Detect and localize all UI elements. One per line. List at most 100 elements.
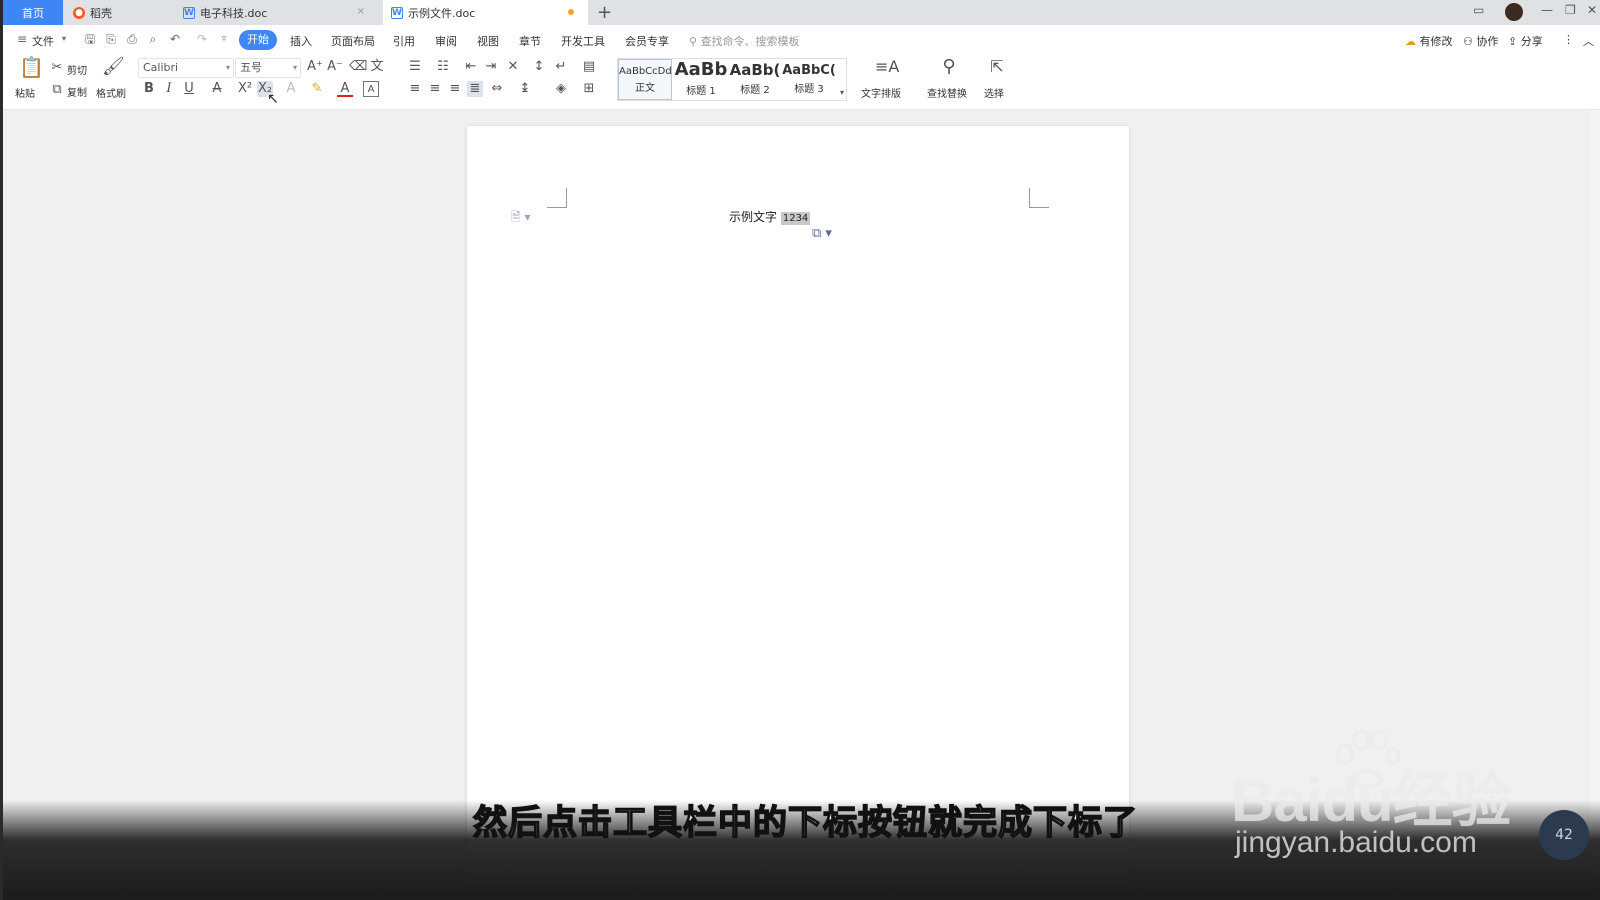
copy-button[interactable]: 复制 [67,84,87,99]
tab-bar: 首页 ● 稻壳 W 电子科技.doc × W 示例文件.doc + ▭ — ❐ … [3,0,1600,25]
styles-gallery: AaBbCcDd 正文 AaBb 标题 1 AaBb( 标题 2 AaBbC( … [617,58,847,101]
tab-home[interactable]: 首页 [3,0,63,25]
paste-button[interactable]: 粘贴 [15,85,35,100]
minimize-icon[interactable]: — [1541,3,1553,17]
close-window-icon[interactable]: ✕ [1587,3,1597,17]
new-tab-button[interactable]: + [597,2,612,23]
line-spacing-icon[interactable]: ↨ [517,81,533,97]
user-icon: ⚇ [1463,35,1473,48]
menu-insert[interactable]: 插入 [290,33,312,49]
menu-member[interactable]: 会员专享 [625,33,669,49]
format-painter-icon[interactable]: 🖌 [102,58,125,79]
style-heading-3[interactable]: AaBbC( 标题 3 [782,59,836,100]
copy-icon[interactable]: ⧉ [49,82,65,98]
menu-view[interactable]: 视图 [477,33,499,49]
align-left-icon[interactable]: ≡ [407,81,423,97]
sort-icon[interactable]: ↕ [531,59,547,75]
print-icon[interactable]: ⎙ [125,32,139,46]
menu-review[interactable]: 审阅 [435,33,457,49]
magnifier-icon[interactable]: ⚲ [941,58,957,76]
more-icon[interactable]: ⋮ [1563,33,1574,46]
paste-options-icon[interactable]: ⧉ ▾ [812,226,832,241]
document-text-line[interactable]: 示例文字 1234 [729,208,811,225]
tab-doc-sample[interactable]: W 示例文件.doc [383,0,588,25]
style-heading-2[interactable]: AaBb( 标题 2 [728,59,782,100]
align-right-icon[interactable]: ≡ [447,81,463,97]
select-button[interactable]: 选择 [984,85,1004,100]
paste-icon[interactable]: 📋 [19,57,44,81]
find-replace-button[interactable]: 查找替换 [927,85,967,100]
strikethrough-icon[interactable]: A [209,81,225,97]
select-cursor-icon[interactable]: ⇱ [989,59,1005,75]
tab-doc2-label: 示例文件.doc [408,6,476,20]
bullet-list-icon[interactable]: ☰ [407,59,423,75]
command-search[interactable]: ⚲ 查找命令、搜索模板 [689,33,800,49]
bold-icon[interactable]: B [141,81,157,97]
menu-layout[interactable]: 页面布局 [331,33,375,49]
show-marks-icon[interactable]: ↵ [553,59,569,75]
menu-chapter[interactable]: 章节 [519,33,541,49]
margin-corner-mark [1029,188,1049,208]
menu-file[interactable]: 文件 [32,33,54,49]
avatar[interactable] [1505,3,1523,21]
style-normal[interactable]: AaBbCcDd 正文 [618,59,672,100]
menu-reference[interactable]: 引用 [393,33,415,49]
vertical-scrollbar[interactable] [1590,110,1600,900]
collab-button[interactable]: ⚇ 协作 [1463,33,1498,49]
undo-icon[interactable]: ↶ [168,32,182,46]
borders-icon[interactable]: ⊞ [581,81,597,97]
redo-icon[interactable]: ↷ [195,32,209,46]
distributed-icon[interactable]: ⇔ [489,81,505,97]
table-lines-icon[interactable]: ▤ [581,59,597,75]
text-effect-icon[interactable]: A [283,81,299,97]
window-layout-icon[interactable]: ▭ [1473,3,1484,17]
numbered-list-icon[interactable]: ☷ [435,59,451,75]
menu-start[interactable]: 开始 [239,30,277,50]
menu-devtools[interactable]: 开发工具 [561,33,605,49]
grow-font-icon[interactable]: A⁺ [307,59,323,75]
cut-button[interactable]: 剪切 [67,62,87,77]
decrease-indent-icon[interactable]: ⇤ [463,59,479,75]
scissors-icon[interactable]: ✂ [49,60,65,76]
unsaved-dot-icon [568,9,574,15]
text-layout-icon[interactable]: ≡A [875,59,899,75]
phonetic-guide-icon[interactable]: 文 [369,59,385,75]
clear-format-icon[interactable]: ⌫ [349,59,367,75]
selected-text[interactable]: 1234 [780,212,811,225]
font-name-select[interactable]: Calibri ▾ [138,58,234,78]
underline-icon[interactable]: U [181,81,197,97]
print-preview-icon[interactable]: ⌕ [146,32,160,46]
hamburger-menu-icon[interactable]: ≡ [15,32,29,46]
tab-daoke[interactable]: ● 稻壳 [65,0,173,25]
collapse-ribbon-icon[interactable]: ︿ [1583,33,1594,49]
format-painter-button[interactable]: 格式刷 [96,85,126,100]
more-styles-icon[interactable]: ▾ [834,85,850,101]
increase-indent-icon[interactable]: ⇥ [483,59,499,75]
style-heading-1[interactable]: AaBb 标题 1 [674,59,728,100]
customize-quick-access-icon[interactable]: ▿ [217,32,231,46]
highlight-icon[interactable]: ✎ [309,81,325,97]
font-size-select[interactable]: 五号 ▾ [235,58,301,78]
font-color-icon[interactable]: A [337,81,353,97]
shading-icon[interactable]: ◈ [553,81,569,97]
text-layout-button[interactable]: 文字排版 [861,85,901,100]
restore-icon[interactable]: ❐ [1565,3,1576,17]
export-icon[interactable]: ⎘ [104,32,118,46]
align-center-icon[interactable]: ≡ [427,81,443,97]
char-border-icon[interactable]: A [363,81,379,97]
superscript-icon[interactable]: X² [237,81,253,97]
paragraph-layout-icon[interactable]: 🗎 ▾ [511,208,531,229]
justify-icon[interactable]: ≣ [467,81,483,97]
chevron-down-icon[interactable]: ▾ [57,32,71,46]
chinese-layout-icon[interactable]: ✕ [505,59,521,75]
style-name: 正文 [635,83,655,94]
save-icon[interactable]: 🖫 [83,32,97,46]
shrink-font-icon[interactable]: A⁻ [327,59,343,75]
has-changes-button[interactable]: ☁ 有修改 [1405,33,1453,49]
share-button[interactable]: ⇪ 分享 [1508,33,1543,49]
italic-icon[interactable]: I [161,81,177,97]
document-page[interactable]: 🗎 ▾ 示例文字 1234 ⧉ ▾ [467,126,1129,886]
close-icon[interactable]: × [357,6,365,17]
style-sample: AaBb( [729,61,781,79]
tab-doc-electronics[interactable]: W 电子科技.doc × [175,0,375,25]
